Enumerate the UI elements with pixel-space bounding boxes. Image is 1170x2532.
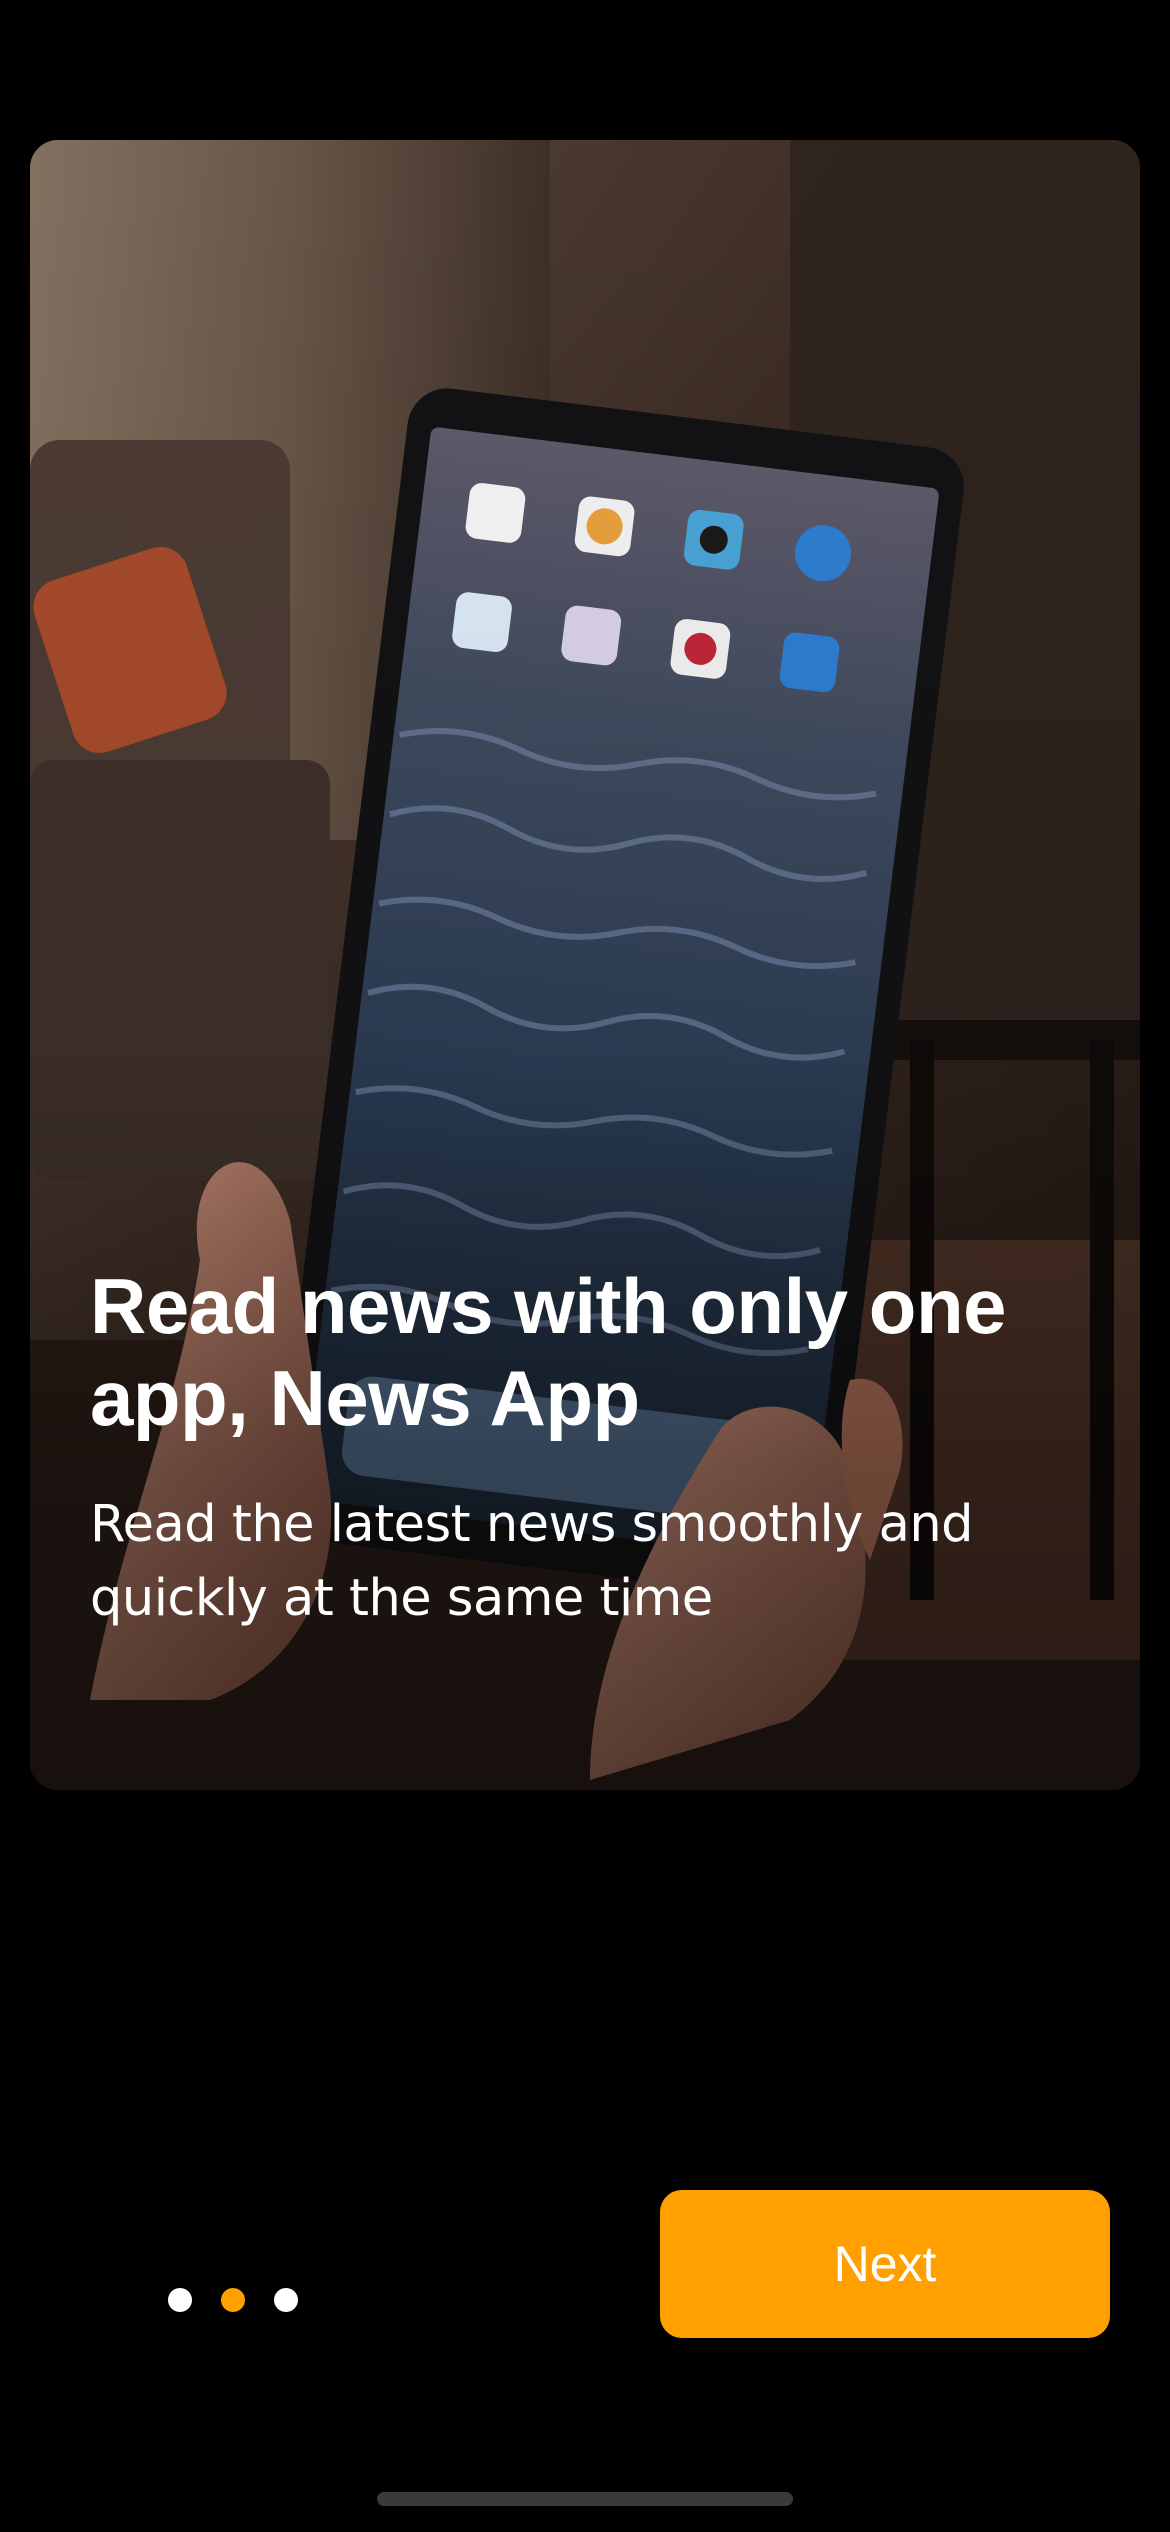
page-dot-1[interactable] [168,2288,192,2312]
card-text-block: Read news with only one app, News App Re… [90,1260,1050,1636]
onboarding-subtitle: Read the latest news smoothly and quickl… [90,1495,974,1628]
next-button[interactable]: Next [660,2190,1110,2338]
page-dot-2-active[interactable] [221,2288,245,2312]
onboarding-headline: Read news with only one app, News App [90,1262,1006,1442]
home-indicator[interactable] [377,2492,793,2506]
onboarding-card: Read news with only one app, News App Re… [30,140,1140,1790]
page-indicator [168,2288,298,2312]
page-dot-3[interactable] [274,2288,298,2312]
